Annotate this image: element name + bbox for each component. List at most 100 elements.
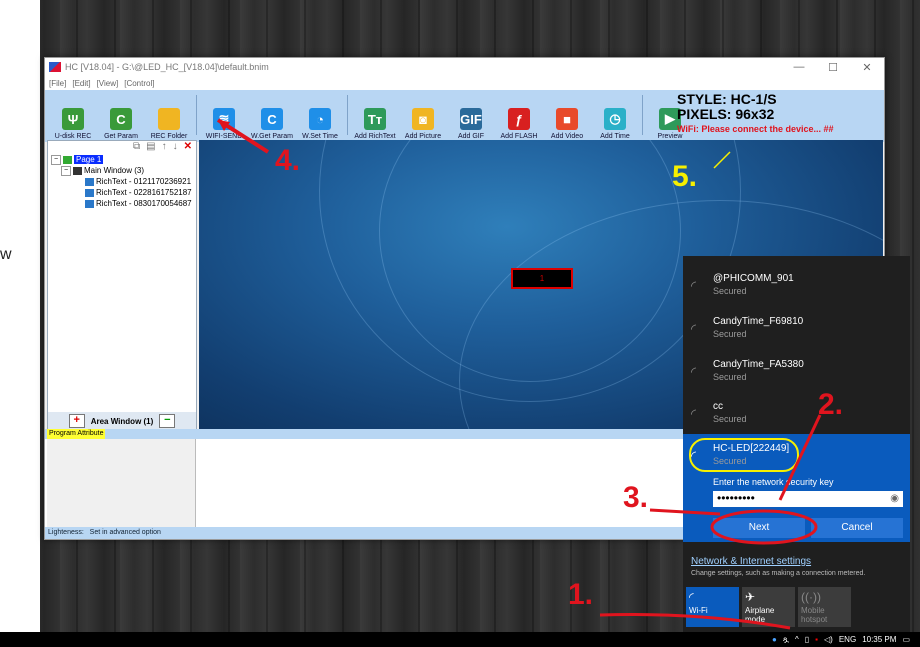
network-item[interactable]: ◜ cc Secured xyxy=(683,392,910,434)
wifi-icon: ◜ xyxy=(689,590,694,604)
tool-label: U-disk REC xyxy=(54,133,92,140)
tool-label: Add Picture xyxy=(404,133,442,140)
video-icon: ■ xyxy=(556,108,578,130)
wifi-signal-icon: ◜ xyxy=(691,364,697,379)
add-area-button[interactable]: + xyxy=(68,414,85,428)
tool-label: Add Time xyxy=(600,133,630,140)
tool-add-richtext[interactable]: Tт Add RichText xyxy=(351,108,399,140)
next-button[interactable]: Next xyxy=(713,518,805,538)
paste-icon[interactable]: ▤ xyxy=(146,141,155,155)
menu-file[interactable]: [File] xyxy=(49,79,66,88)
annotation-3: 3. xyxy=(623,481,649,514)
left-panel xyxy=(0,0,40,647)
tool-label: Add FLASH xyxy=(500,133,538,140)
app-logo-icon xyxy=(49,62,61,72)
tool-label: Add RichText xyxy=(354,133,396,140)
copy-icon[interactable]: ⧉ xyxy=(133,141,140,155)
annotation-1: 1. xyxy=(568,578,594,611)
tool-add-gif[interactable]: GIF Add GIF xyxy=(447,108,495,140)
tool-label: W.Get Param xyxy=(250,133,293,140)
mobile-hotspot-tile[interactable]: ((·)) Mobile hotspot xyxy=(798,587,851,627)
toolbar: Ψ U-disk REC C Get Param REC Folder ≋ WIFI-SEN… xyxy=(45,90,884,142)
tool-label: WIFI-SEND xyxy=(205,133,243,140)
annotation-4: 4. xyxy=(275,144,301,177)
toolbar-separator xyxy=(347,95,348,135)
wifi-icon: ≋ xyxy=(213,108,235,130)
wifi-warning: WiFi: Please connect the device... ## xyxy=(677,124,834,134)
usb-icon: Ψ xyxy=(62,108,84,130)
reveal-password-icon[interactable]: ◉ xyxy=(890,492,899,506)
language-indicator[interactable]: ENG xyxy=(839,635,856,644)
cancel-button[interactable]: Cancel xyxy=(811,518,903,538)
menu-bar: [File] [Edit] [View] [Control] xyxy=(45,76,884,90)
edge-text: w xyxy=(0,246,12,263)
volume-icon[interactable]: ◁) xyxy=(824,635,833,644)
menu-edit[interactable]: [Edit] xyxy=(72,79,90,88)
move-down-icon[interactable]: ↓ xyxy=(173,141,178,155)
tool-w-set-time[interactable]: ◔ W.Set Time xyxy=(296,108,344,140)
menu-view[interactable]: [View] xyxy=(97,79,119,88)
tool-label: Get Param xyxy=(104,133,138,140)
network-item[interactable]: ◜ CandyTime_F69810 Secured xyxy=(683,307,910,349)
led-display-area[interactable]: 1 xyxy=(511,268,573,289)
airplane-icon: ✈ xyxy=(745,590,756,604)
style-label: STYLE: HC-1/S xyxy=(677,91,777,107)
tool-w-get-param[interactable]: C W.Get Param xyxy=(248,108,296,140)
network-item[interactable]: ◜ CandyTime_FA5380 Secured xyxy=(683,350,910,392)
network-tray-icon[interactable]: ▪ xyxy=(815,635,818,644)
tool-wifi-send[interactable]: ≋ WIFI-SEND xyxy=(200,108,248,140)
text-icon: Tт xyxy=(364,108,386,130)
tree-page[interactable]: − Page 1 xyxy=(48,155,196,166)
toolbar-separator xyxy=(642,95,643,135)
tree-toolbar: ⧉ ▤ ↑ ↓ ✕ xyxy=(48,141,196,155)
delete-icon[interactable]: ✕ xyxy=(184,141,192,155)
network-settings-subtext: Change settings, such as making a connec… xyxy=(691,570,866,577)
people-icon[interactable]: ጿ xyxy=(783,635,789,645)
chevron-up-icon[interactable]: ^ xyxy=(795,635,799,644)
tree-main-window[interactable]: − Main Window (3) xyxy=(48,166,196,177)
clock[interactable]: 10:35 PM xyxy=(862,635,896,644)
device-info: STYLE: HC-1/S PIXELS: 96x32 WiFi: Please… xyxy=(677,91,877,135)
tool-label: W.Set Time xyxy=(302,133,338,140)
network-settings-link[interactable]: Network & Internet settings xyxy=(691,556,811,567)
tool-add-flash[interactable]: ƒ Add FLASH xyxy=(495,108,543,140)
tool-add-video[interactable]: ■ Add Video xyxy=(543,108,591,140)
security-key-input[interactable]: ••••••••• ◉ xyxy=(713,491,903,507)
toolbar-separator xyxy=(196,95,197,135)
maximize-button[interactable]: ☐ xyxy=(816,61,850,74)
tool-label: Preview xyxy=(657,133,683,140)
tree-item[interactable]: RichText - 0121170236921 xyxy=(48,177,196,188)
tool-u-disk-rec[interactable]: Ψ U-disk REC xyxy=(49,108,97,140)
tool-add-time[interactable]: ◷ Add Time xyxy=(591,108,639,140)
menu-control[interactable]: [Control] xyxy=(124,79,154,88)
network-item[interactable]: ◜ @PHICOMM_901 Secured xyxy=(683,264,910,306)
folder-icon xyxy=(158,108,180,130)
tool-label: Add GIF xyxy=(457,133,485,140)
wifi-signal-icon: ◜ xyxy=(691,278,697,293)
remove-area-button[interactable]: − xyxy=(159,414,176,428)
notifications-icon[interactable]: ▭ xyxy=(902,635,910,644)
wifi-tile[interactable]: ◜ Wi-Fi xyxy=(686,587,739,627)
program-attribute-tab[interactable]: Program Attribute xyxy=(47,429,106,439)
close-button[interactable]: ✕ xyxy=(850,61,884,74)
move-up-icon[interactable]: ↑ xyxy=(162,141,167,155)
minimize-button[interactable]: — xyxy=(782,61,816,74)
battery-icon[interactable]: ▯ xyxy=(805,635,809,644)
area-window-label: Area Window (1) xyxy=(90,416,154,426)
help-icon[interactable]: ● xyxy=(772,635,777,644)
tool-rec-folder[interactable]: REC Folder xyxy=(145,108,193,140)
refresh-icon: C xyxy=(261,108,283,130)
pixels-label: PIXELS: 96x32 xyxy=(677,106,775,122)
program-tree: ⧉ ▤ ↑ ↓ ✕ − Page 1 − Main Window (3) RichT… xyxy=(47,140,197,431)
flash-icon: ƒ xyxy=(508,108,530,130)
network-item-active[interactable]: ◜ HC-LED[222449] Secured Enter the netwo… xyxy=(683,434,910,542)
airplane-mode-tile[interactable]: ✈ Airplane mode xyxy=(742,587,795,627)
tree-item[interactable]: RichText - 0228161752187 xyxy=(48,188,196,199)
hotspot-icon: ((·)) xyxy=(801,590,821,604)
annotation-2: 2. xyxy=(818,388,844,421)
title-bar: HC [V18.04] - G:\@LED_HC_[V18.04]\defaul… xyxy=(45,58,884,76)
tool-get-param[interactable]: C Get Param xyxy=(97,108,145,140)
wifi-signal-icon: ◜ xyxy=(691,321,697,336)
tool-add-picture[interactable]: ◙ Add Picture xyxy=(399,108,447,140)
tree-item[interactable]: RichText - 0830170054687 xyxy=(48,199,196,210)
